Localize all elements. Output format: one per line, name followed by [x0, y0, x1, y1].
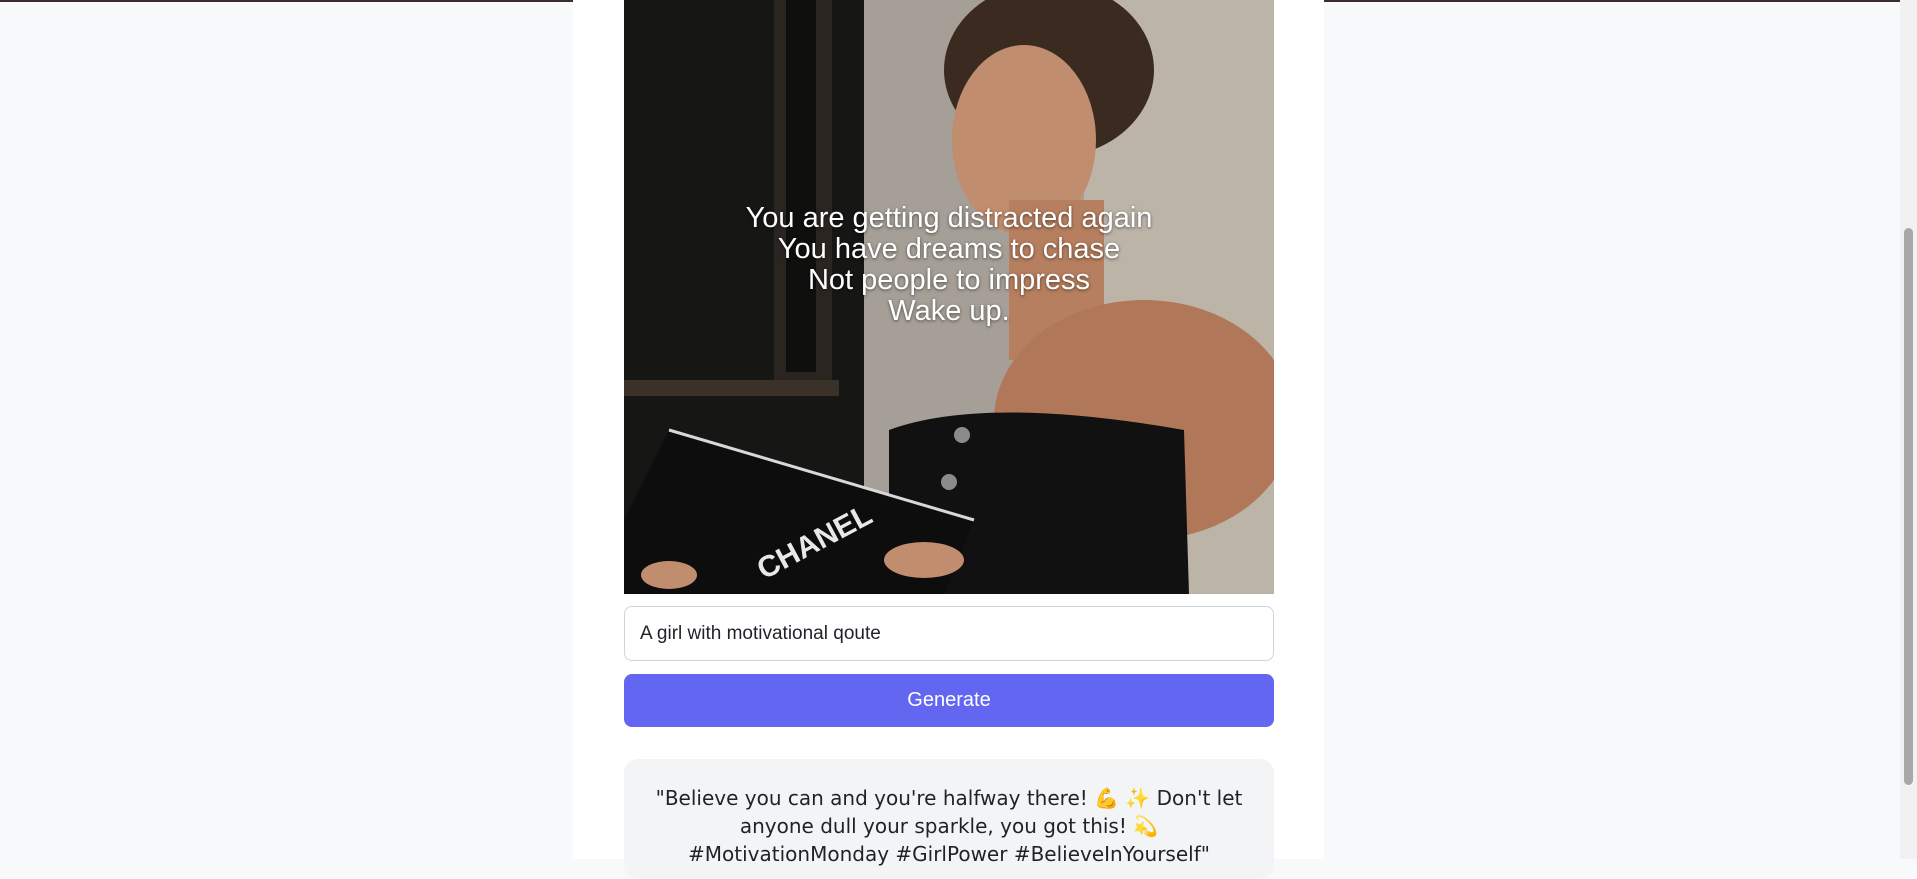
- prompt-input[interactable]: [624, 606, 1274, 661]
- generated-caption: "Believe you can and you're halfway ther…: [624, 759, 1274, 879]
- quote-line: Wake up.: [888, 295, 1010, 327]
- caption-text: "Believe you can and you're halfway ther…: [655, 786, 1243, 866]
- generate-button[interactable]: Generate: [624, 674, 1274, 727]
- scrollbar-thumb[interactable]: [1904, 228, 1913, 785]
- generated-image: CHANEL You are getting distracted again …: [624, 0, 1274, 594]
- image-quote-text: You are getting distracted again You hav…: [624, 203, 1274, 327]
- quote-line: You have dreams to chase: [777, 233, 1121, 265]
- quote-line: You are getting distracted again: [745, 202, 1153, 234]
- quote-line: Not people to impress: [807, 264, 1091, 296]
